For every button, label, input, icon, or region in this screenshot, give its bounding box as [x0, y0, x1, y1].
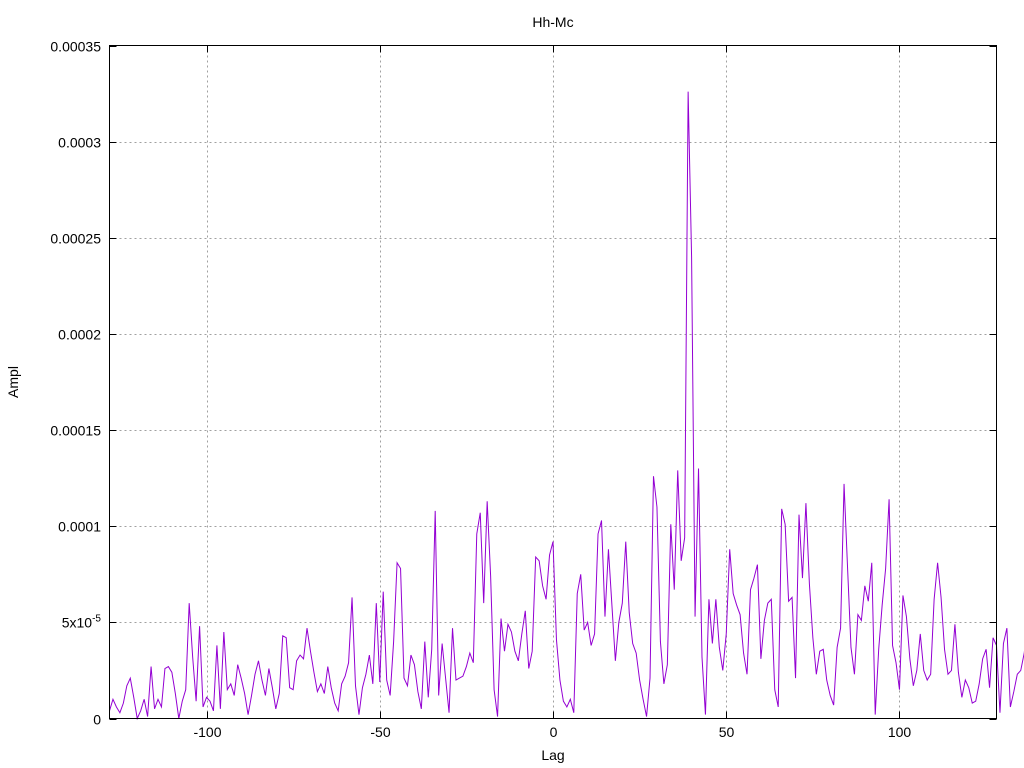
- x-tick-label: 100: [888, 724, 912, 740]
- y-tick-label: 5x10-5: [62, 614, 102, 631]
- series-line: [109, 91, 1024, 721]
- y-tick-label: 0.0002: [58, 327, 101, 343]
- y-tick-label: 0.0003: [58, 135, 101, 151]
- y-tick-label: 0.00035: [50, 39, 101, 55]
- line-chart: 0 5x10-5 0.0001 0.00015 0.0002 0.00025 0.0003 0…: [5, 14, 1024, 763]
- chart-title: Hh-Mc: [532, 14, 573, 30]
- x-tick-label: 50: [719, 724, 735, 740]
- series-layer: [109, 91, 1024, 721]
- x-tick-label: -50: [370, 724, 390, 740]
- y-tick-label: 0: [93, 712, 101, 728]
- y-tick-label: 0.00015: [50, 423, 101, 439]
- y-axis-title: Ampl: [5, 366, 21, 398]
- x-tick-label: 0: [550, 724, 558, 740]
- y-tick-label: 0.0001: [58, 519, 101, 535]
- x-axis-title: Lag: [541, 747, 564, 763]
- y-tick-label: 0.00025: [50, 231, 101, 247]
- tick-labels: 0 5x10-5 0.0001 0.00015 0.0002 0.00025 0.0003 0…: [50, 39, 911, 741]
- grid-lines: [109, 45, 997, 719]
- x-tick-label: -100: [193, 724, 221, 740]
